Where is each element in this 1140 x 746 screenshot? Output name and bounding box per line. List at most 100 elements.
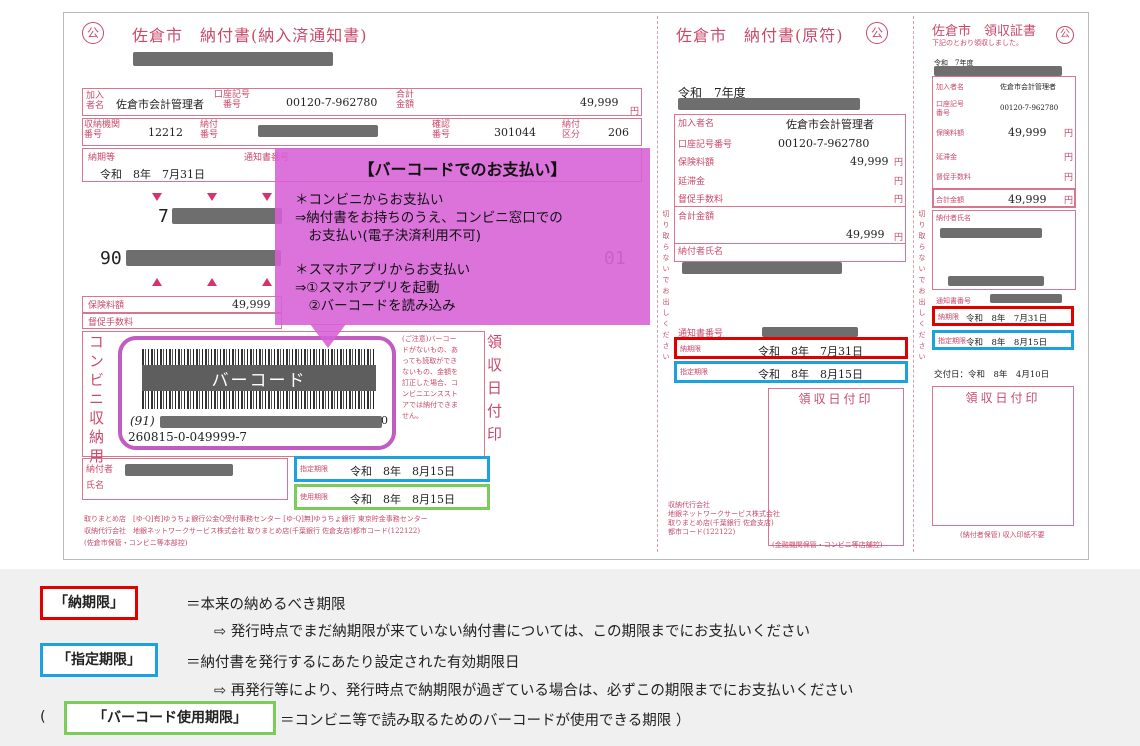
hokenryo-label: 保険料額 <box>88 301 125 311</box>
mid-ryoshu-label: 領収日付印 <box>798 392 874 406</box>
barcode-label: バーコード <box>211 371 307 391</box>
right-hokenryo-amount: 49,999 <box>1008 126 1047 139</box>
kakunin-no: 301044 <box>494 126 536 139</box>
legend-nokigen-desc: ＝本来の納めるべき期限 <box>186 597 346 613</box>
redacted-right-tsuchisho <box>990 294 1062 303</box>
koza-no: 00120-7-962780 <box>286 96 378 109</box>
mid-company4: 都市コード(122122) <box>668 528 736 536</box>
mid-shitei-value: 令和 8年 8月15日 <box>758 368 863 381</box>
tokusoku-label: 督促手数料 <box>88 318 134 328</box>
kanyusha-label: 加入者名 <box>86 91 105 111</box>
barcode-num2-prefix: 90 <box>100 248 122 269</box>
barcode-bottom: 260815-0-049999-7 <box>128 430 248 444</box>
mid-shitei-label: 指定期限 <box>680 368 708 376</box>
note-text: (ご注意)バーコードがないもの、あっても読取ができないもの、金額を訂正した場合、… <box>402 335 458 420</box>
right-tokusoku-label: 督促手数料 <box>936 173 971 181</box>
barcode-prefix: (91) <box>130 414 155 428</box>
nofu-kubun-label: 納付区分 <box>562 120 581 140</box>
legend-shitei-sub: ⇨ 再発行等により、発行時点で納期限が過ぎている場合は、必ずこの期限までにお支払… <box>214 683 854 699</box>
nokigen-value: 令和 8年 7月31日 <box>100 168 205 181</box>
right-tsuchisho-label: 通知書番号 <box>936 297 971 305</box>
popup-line-1: ＊コンビニからお支払い <box>295 192 444 208</box>
right-nofusha-label: 納付者氏名 <box>936 214 971 222</box>
koza-label: 口座記号番号 <box>213 90 250 110</box>
shuno-no: 12212 <box>148 126 183 139</box>
redacted-barcode-digits <box>160 416 382 428</box>
mid-hokenryo-label: 保険料額 <box>678 158 715 168</box>
mid-nokigen-value: 令和 8年 7月31日 <box>758 345 863 358</box>
right-ryoshu-label: 領収日付印 <box>965 391 1041 405</box>
marker-up-1 <box>152 278 162 286</box>
conv-vertical-label: コンビニ収納用 <box>87 334 105 467</box>
right-bottom-note: (納付者保管) 収入印紙不要 <box>960 531 1045 539</box>
mid-nofusha-label: 納付者氏名 <box>678 247 724 257</box>
popup-line-6: ②バーコードを読み込み <box>295 298 456 314</box>
right-side-vertical: 切り取らないでお出しください <box>918 210 926 364</box>
middle-cut-line <box>657 16 658 552</box>
left-footer3: (佐倉市保管・コンビニ等本部控) <box>84 539 188 547</box>
kakunin-label: 確認番号 <box>432 120 451 140</box>
right-tokusoku-yen: 円 <box>1064 173 1074 183</box>
right-hokenryo-yen: 円 <box>1064 129 1074 139</box>
right-slip-subtitle: 下記のとおり領収しました。 <box>932 39 1023 47</box>
right-nokigen-value: 令和 8年 7月31日 <box>966 314 1048 324</box>
legend-barcode-desc: ＝コンビニ等で読み取るためのバーコードが使用できる期限 ） <box>280 713 691 729</box>
right-logo-icon: 公 <box>1056 26 1074 44</box>
mid-tokusoku-yen: 円 <box>894 195 904 205</box>
right-cut-line <box>913 16 914 552</box>
mid-ryoshu-box <box>768 388 904 546</box>
right-kanyusha-name: 佐倉市会計管理者 <box>1000 83 1056 91</box>
right-gokei-yen: 円 <box>1064 196 1074 206</box>
barcode-payment-popup: 【バーコードでのお支払い】 ＊コンビニからお支払い ⇒納付書をお持ちのうえ、コン… <box>275 148 650 325</box>
mid-gokei-amount: 49,999 <box>846 228 885 241</box>
left-shiyou-label: 使用期限 <box>300 493 328 501</box>
left-footer1: 取りまとめ店 [ゆ-Q]有]ゆうちょ銀行公金Q受付事務センター [ゆ-Q]無]ゆ… <box>84 515 428 523</box>
right-gokei-label: 合計金額 <box>936 196 964 204</box>
mid-entai-label: 延滞金 <box>678 177 706 187</box>
popup-pointer <box>310 324 346 348</box>
right-entai-yen: 円 <box>1064 153 1074 163</box>
nofu-kubun: 206 <box>608 126 629 139</box>
mid-nokigen-label: 納期限 <box>680 345 701 353</box>
mid-bottom-note: (金融機関保管・コンビニ等店舗控) <box>772 541 883 549</box>
middle-slip-title: 佐倉市 納付書(原符) <box>676 26 844 45</box>
right-hokenryo-label: 保険料額 <box>936 129 964 137</box>
right-entai-label: 延滞金 <box>936 153 957 161</box>
redacted-nofusha <box>125 464 233 476</box>
marker-down-2 <box>207 193 217 201</box>
ryoshu-vertical: 領収日付印 <box>485 334 503 449</box>
popup-line-2: ⇒納付書をお持ちのうえ、コンビニ窓口での <box>295 210 563 226</box>
legend-shitei-desc: ＝納付書を発行するにあたり設定された有効期限日 <box>186 655 520 671</box>
right-slip-title: 佐倉市 領収証書 <box>932 24 1037 39</box>
left-logo-icon: 公 <box>82 22 104 44</box>
popup-heading: 【バーコードでのお支払い】 <box>358 160 567 179</box>
redacted-barcode-num2 <box>126 250 281 266</box>
redacted-nofu-no <box>258 125 378 137</box>
mid-koza-label: 口座記号番号 <box>678 140 733 150</box>
gokei-amount: 49,999 <box>580 96 619 109</box>
right-kanyusha-label: 加入者名 <box>936 83 964 91</box>
mid-kanyusha-name: 佐倉市会計管理者 <box>786 118 874 131</box>
redacted-address <box>133 52 333 66</box>
kanyusha-name: 佐倉市会計管理者 <box>116 98 204 111</box>
popup-line-4: ＊スマホアプリからお支払い <box>295 262 471 278</box>
redacted-right-addr <box>934 66 1062 76</box>
legend-shitei-label: 「指定期限」 <box>40 643 158 677</box>
marker-down-1 <box>152 193 162 201</box>
left-shiyou-value: 令和 8年 8月15日 <box>350 493 455 506</box>
redacted-mid-nofusha <box>682 262 842 274</box>
legend-nokigen-label: 「納期限」 <box>40 586 138 620</box>
mid-gokei-label: 合計金額 <box>678 212 715 222</box>
right-ryoshu-box <box>932 386 1074 526</box>
mid-gokei-yen: 円 <box>894 233 904 243</box>
mid-kanyusha-label: 加入者名 <box>678 119 715 129</box>
right-shitei-label: 指定期限 <box>938 337 966 345</box>
barcode-ring: 0 <box>381 414 388 427</box>
legend-nokigen-sub: ⇨ 発行時点でまだ納期限が来ていない納付書については、この期限までにお支払いくだ… <box>214 624 811 640</box>
mid-hokenryo-yen: 円 <box>894 158 904 168</box>
middle-logo-icon: 公 <box>866 22 888 44</box>
nokigen-label: 納期等 <box>88 153 116 163</box>
popup-line-3: お支払い(電子決済利用不可) <box>295 228 482 244</box>
redacted-right-nofusha1 <box>940 228 1042 238</box>
legend-barcode-open: ( <box>40 709 46 725</box>
